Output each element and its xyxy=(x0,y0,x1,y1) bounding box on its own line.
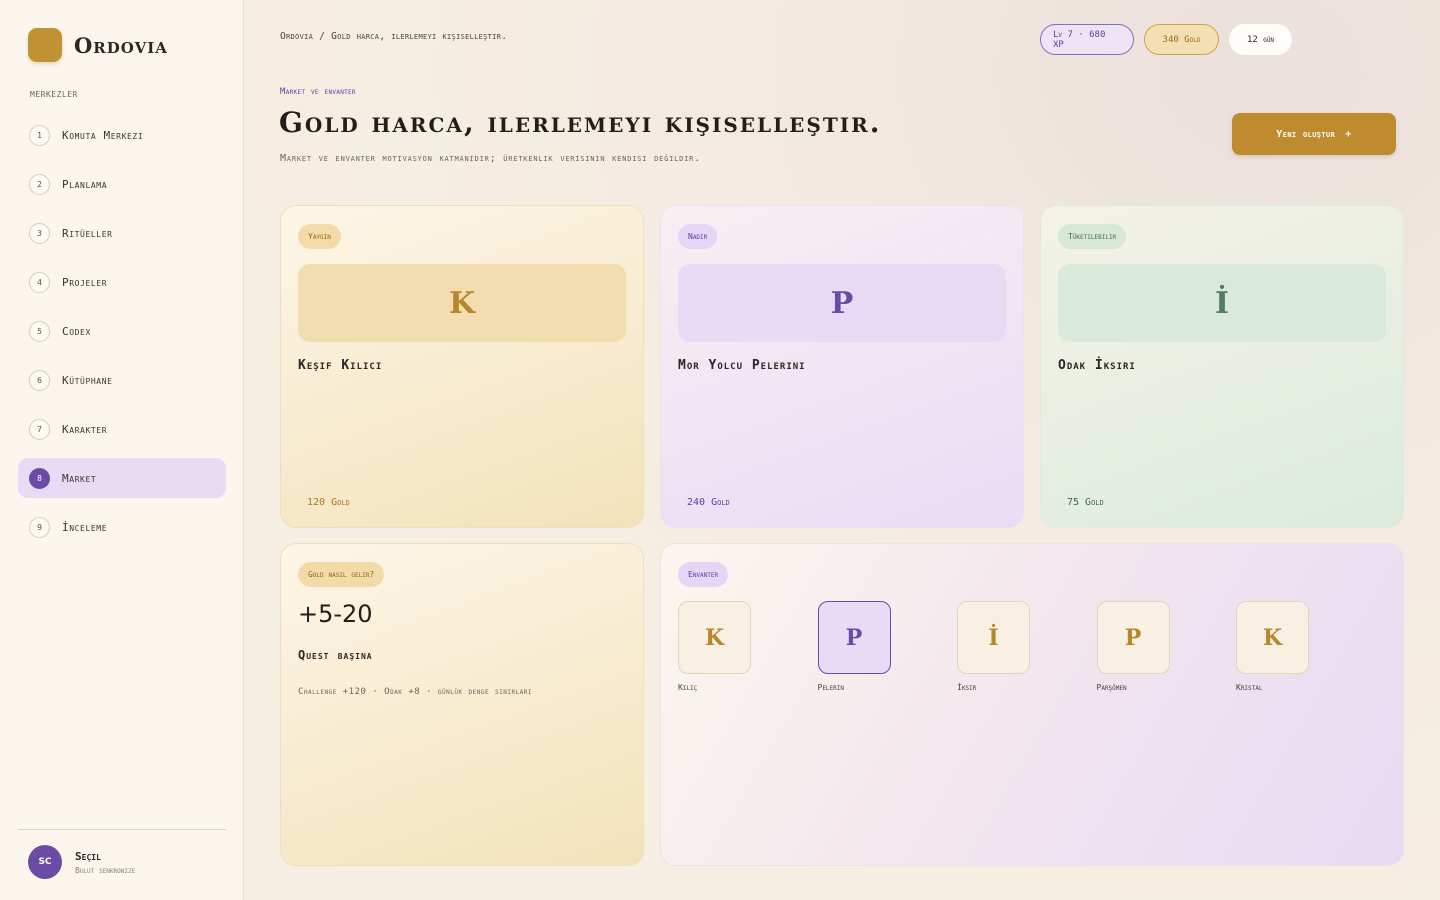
inventory-slot-label: Kılıç xyxy=(678,683,698,692)
inventory-slot-label: Pelerin xyxy=(817,683,845,692)
sidebar-item-projeler[interactable]: 4 Projeler xyxy=(18,262,226,302)
nav-number-badge: 5 xyxy=(29,320,50,342)
sidebar-nav: 1 Komuta Merkezi 2 Planlama 3 Ritüeller … xyxy=(18,115,226,556)
inventory-slot-label: Parşömen xyxy=(1096,683,1127,692)
sidebar-item-label: Codex xyxy=(62,324,91,338)
inventory-slot[interactable]: P Parşömen xyxy=(1096,601,1170,692)
nav-number-badge: 6 xyxy=(29,369,50,391)
sidebar-item-karakter[interactable]: 7 Karakter xyxy=(18,409,226,449)
inventory-slot[interactable]: K Kılıç xyxy=(678,601,751,692)
sidebar-item-label: Karakter xyxy=(62,422,108,436)
sidebar-section-label: Merkezler xyxy=(30,90,78,99)
create-button-label: Yeni oluştur xyxy=(1276,128,1336,140)
nav-number-badge: 7 xyxy=(29,418,50,440)
item-price: 120 Gold xyxy=(307,497,350,508)
sword-icon: K xyxy=(298,264,626,342)
market-item-card[interactable]: Tüketilebilir İ Odak İksiri 75 Gold xyxy=(1040,205,1404,528)
level-pill[interactable]: Lv 7 · 680 XP xyxy=(1040,24,1134,55)
cloak-icon[interactable]: P xyxy=(817,601,891,674)
inventory-slot-label: İksir xyxy=(957,683,977,692)
crystal-icon[interactable]: K xyxy=(1236,601,1309,674)
brand-logo-icon xyxy=(28,28,62,62)
market-item-card[interactable]: Yaygın K Keşif Kılıcı 120 Gold xyxy=(280,205,644,528)
cloak-icon: P xyxy=(678,264,1006,342)
create-new-button[interactable]: Yeni oluştur + xyxy=(1232,113,1396,155)
gold-amount: +5-20 xyxy=(298,600,373,628)
brand-name: Ordovia xyxy=(74,32,168,58)
scroll-icon[interactable]: P xyxy=(1096,601,1170,674)
potion-icon[interactable]: İ xyxy=(957,601,1030,674)
nav-number-badge: 2 xyxy=(29,173,50,195)
inventory-slot[interactable]: P Pelerin xyxy=(817,601,891,692)
status-pills: Lv 7 · 680 XP 340 Gold 12 gün xyxy=(1040,24,1302,55)
user-profile[interactable]: SC Seçil Bulut senkronize xyxy=(28,845,135,879)
sword-icon[interactable]: K xyxy=(678,601,751,674)
inventory-slot[interactable]: İ İksir xyxy=(957,601,1030,692)
sidebar-item-label: Market xyxy=(62,471,97,485)
item-price: 75 Gold xyxy=(1067,497,1104,508)
brand[interactable]: Ordovia xyxy=(28,28,168,62)
inventory-badge: Envanter xyxy=(678,562,729,587)
gold-balance-pill[interactable]: 340 Gold xyxy=(1144,24,1219,55)
plus-icon: + xyxy=(1345,128,1352,140)
sidebar-item-label: İnceleme xyxy=(62,520,108,534)
user-info: Seçil Bulut senkronize xyxy=(75,850,135,875)
gold-info-badge: Gold nasıl gelir? xyxy=(298,562,385,587)
sync-status: Bulut senkronize xyxy=(75,865,136,875)
potion-icon: İ xyxy=(1058,264,1386,342)
sidebar-item-rituller[interactable]: 3 Ritüeller xyxy=(18,213,226,253)
sidebar-item-komuta-merkezi[interactable]: 1 Komuta Merkezi xyxy=(18,115,226,155)
main-content: Ordovia / Gold harca, ilerlemeyi kişisel… xyxy=(245,0,1440,900)
avatar: SC xyxy=(28,845,62,879)
nav-number-badge: 8 xyxy=(29,467,50,489)
inventory-slot-label: Kristal xyxy=(1236,683,1263,692)
item-name: Keşif Kılıcı xyxy=(298,358,383,373)
sidebar-item-kutuphane[interactable]: 6 Kütüphane xyxy=(18,360,226,400)
gold-per-label: Quest başına xyxy=(298,648,373,662)
market-item-card[interactable]: Nadir P Mor Yolcu Pelerini 240 Gold xyxy=(660,205,1024,528)
sidebar-item-label: Projeler xyxy=(62,275,108,289)
nav-number-badge: 9 xyxy=(29,516,50,538)
sidebar-divider xyxy=(18,829,226,830)
sidebar-item-label: Komuta Merkezi xyxy=(62,128,144,142)
gold-info-card: Gold nasıl gelir? +5-20 Quest başına Cha… xyxy=(280,543,644,866)
nav-number-badge: 1 xyxy=(29,124,50,146)
sidebar-item-codex[interactable]: 5 Codex xyxy=(18,311,226,351)
inventory-grid: K Kılıç P Pelerin İ İksir P Parşömen K K… xyxy=(678,601,1376,692)
inventory-slot[interactable]: K Kristal xyxy=(1236,601,1309,692)
sidebar-item-label: Planlama xyxy=(62,177,108,191)
rarity-badge: Nadir xyxy=(678,224,718,249)
sidebar-item-label: Kütüphane xyxy=(62,373,113,387)
user-name: Seçil xyxy=(75,849,101,863)
rarity-badge: Tüketilebilir xyxy=(1058,224,1127,249)
page-eyebrow: Market ve envanter xyxy=(280,87,356,97)
gold-detail: Challenge +120 · Odak +8 · günlük denge … xyxy=(298,687,533,697)
page-subtitle: Market ve envanter motivasyon katmanıdır… xyxy=(280,153,702,164)
inventory-card: Envanter K Kılıç P Pelerin İ İksir P Par… xyxy=(660,543,1404,866)
sidebar-item-market[interactable]: 8 Market xyxy=(18,458,226,498)
breadcrumb: Ordovia / Gold harca, ilerlemeyi kişisel… xyxy=(280,31,508,42)
sidebar-item-label: Ritüeller xyxy=(62,226,113,240)
nav-number-badge: 4 xyxy=(29,271,50,293)
sidebar-item-inceleme[interactable]: 9 İnceleme xyxy=(18,507,226,547)
sidebar-item-planlama[interactable]: 2 Planlama xyxy=(18,164,226,204)
rarity-badge: Yaygın xyxy=(298,224,341,249)
streak-pill[interactable]: 12 gün xyxy=(1229,24,1292,55)
item-price: 240 Gold xyxy=(687,497,730,508)
item-name: Odak İksiri xyxy=(1058,358,1136,373)
item-name: Mor Yolcu Pelerini xyxy=(678,358,806,373)
nav-number-badge: 3 xyxy=(29,222,50,244)
page-title: Gold harca, ilerlemeyi kişiselleştir. xyxy=(279,106,882,139)
sidebar: Ordovia Merkezler 1 Komuta Merkezi 2 Pla… xyxy=(0,0,244,900)
